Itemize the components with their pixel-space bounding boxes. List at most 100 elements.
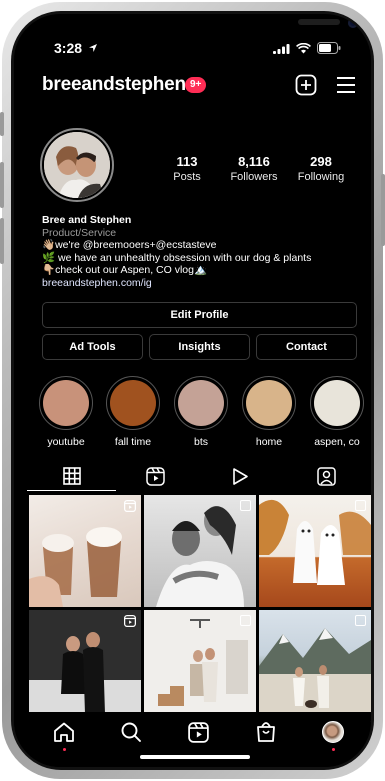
shop-icon — [257, 722, 275, 742]
tab-video[interactable] — [196, 462, 285, 490]
nav-shop[interactable] — [254, 720, 278, 744]
grid-post[interactable] — [29, 495, 141, 607]
notification-dot — [331, 748, 335, 751]
highlight-ring — [106, 376, 160, 430]
speaker — [298, 19, 340, 25]
new-post-icon[interactable] — [295, 74, 317, 96]
highlight-ring — [174, 376, 228, 430]
profile-avatar — [44, 132, 110, 198]
highlight-ring — [310, 376, 364, 430]
highlight-cover — [110, 380, 156, 426]
post-image-ghosts — [259, 499, 371, 585]
nav-home[interactable] — [52, 720, 76, 751]
volume-down-button — [0, 218, 4, 264]
video-icon — [233, 467, 248, 485]
contact-button[interactable]: Contact — [256, 334, 357, 360]
grid-icon — [62, 467, 81, 485]
ad-tools-button[interactable]: Ad Tools — [42, 334, 143, 360]
highlight-home[interactable]: home — [238, 376, 300, 448]
highlight-cover — [178, 380, 224, 426]
phone-frame: 3:28 breeandstephen 9+ 113 Posts 8,116 F… — [0, 2, 385, 779]
highlight-ring — [39, 376, 93, 430]
notification-badge: 9+ — [185, 77, 207, 93]
grid-post[interactable] — [259, 495, 371, 607]
post-image-couple-bw — [156, 506, 244, 607]
power-button — [381, 174, 385, 246]
profile-bio: Bree and Stephen Product/Service 👋🏼we're… — [42, 214, 352, 289]
multi-post-icon — [355, 500, 366, 511]
nav-search[interactable] — [119, 720, 143, 744]
highlight-cover — [246, 380, 292, 426]
post-grid — [29, 495, 371, 722]
stat-followers[interactable]: 8,116 Followers — [221, 154, 287, 183]
stat-following-label: Following — [297, 171, 345, 183]
reels-icon — [187, 721, 209, 743]
highlight-aspen-co[interactable]: aspen, co — [306, 376, 368, 448]
stat-followers-label: Followers — [230, 171, 278, 183]
profile-photo — [44, 132, 110, 198]
home-icon — [54, 722, 74, 742]
screen: 3:28 breeandstephen 9+ 113 Posts 8,116 F… — [14, 14, 371, 767]
tab-reels[interactable] — [111, 462, 200, 490]
front-camera — [348, 18, 358, 28]
tab-tagged[interactable] — [282, 462, 371, 490]
highlight-cover — [314, 380, 360, 426]
highlight-bts[interactable]: bts — [170, 376, 232, 448]
bio-link[interactable]: breeandstephen.com/ig — [42, 277, 352, 290]
insights-button[interactable]: Insights — [149, 334, 250, 360]
bio-line-2: 🌿 we have an unhealthy obsession with ou… — [42, 251, 312, 264]
post-image-couple-room — [144, 610, 256, 722]
stat-posts[interactable]: 113 Posts — [154, 154, 220, 183]
stat-posts-label: Posts — [173, 171, 201, 183]
post-image-mountains — [259, 628, 371, 722]
tab-grid[interactable] — [27, 462, 116, 491]
grid-post[interactable] — [144, 610, 256, 722]
bio-category: Product/Service — [42, 226, 117, 239]
stat-following-value: 298 — [310, 154, 332, 169]
search-icon — [121, 722, 141, 742]
highlight-label: youtube — [47, 436, 85, 448]
status-icons — [273, 42, 341, 54]
reel-indicator-icon — [124, 615, 136, 627]
reel-indicator-icon — [124, 500, 136, 512]
reels-icon — [146, 466, 165, 486]
profile-avatar — [322, 721, 344, 743]
status-bar: 3:28 — [14, 40, 371, 58]
bio-line-1: 👋🏼we're @breemooers+@ecstasteve — [42, 239, 217, 251]
notch — [132, 14, 358, 38]
tagged-icon — [317, 466, 336, 486]
status-time: 3:28 — [54, 40, 98, 56]
edit-profile-button[interactable]: Edit Profile — [42, 302, 357, 328]
profile-username[interactable]: breeandstephen — [42, 74, 186, 96]
profile-avatar-ring[interactable] — [40, 128, 114, 202]
mute-switch — [0, 112, 4, 136]
home-indicator[interactable] — [140, 755, 250, 759]
highlight-label: fall time — [114, 436, 152, 448]
grid-post[interactable] — [29, 610, 141, 722]
stat-following[interactable]: 298 Following — [288, 154, 354, 183]
highlight-youtube[interactable]: youtube — [35, 376, 97, 448]
nav-reels[interactable] — [186, 720, 210, 744]
time-text: 3:28 — [54, 40, 83, 56]
highlight-fall-time[interactable]: fall time — [102, 376, 164, 448]
stat-posts-value: 113 — [176, 154, 198, 169]
highlight-ring — [242, 376, 296, 430]
signal-icon — [273, 43, 290, 54]
stat-followers-value: 8,116 — [238, 154, 270, 169]
profile-header: breeandstephen 9+ — [14, 74, 371, 104]
wifi-icon — [296, 42, 311, 53]
location-arrow-icon — [88, 44, 97, 52]
highlight-label: home — [255, 436, 283, 448]
menu-icon[interactable] — [336, 76, 356, 94]
multi-post-icon — [240, 500, 251, 511]
grid-post[interactable] — [144, 495, 256, 607]
grid-post[interactable] — [259, 610, 371, 722]
profile-stats: 113 Posts 8,116 Followers 298 Following — [154, 154, 354, 183]
volume-up-button — [0, 162, 4, 208]
nav-profile[interactable] — [321, 720, 345, 751]
highlight-cover — [43, 380, 89, 426]
multi-post-icon — [355, 615, 366, 626]
highlight-label: aspen, co — [314, 436, 360, 448]
multi-post-icon — [240, 615, 251, 626]
notification-dot — [62, 748, 66, 751]
